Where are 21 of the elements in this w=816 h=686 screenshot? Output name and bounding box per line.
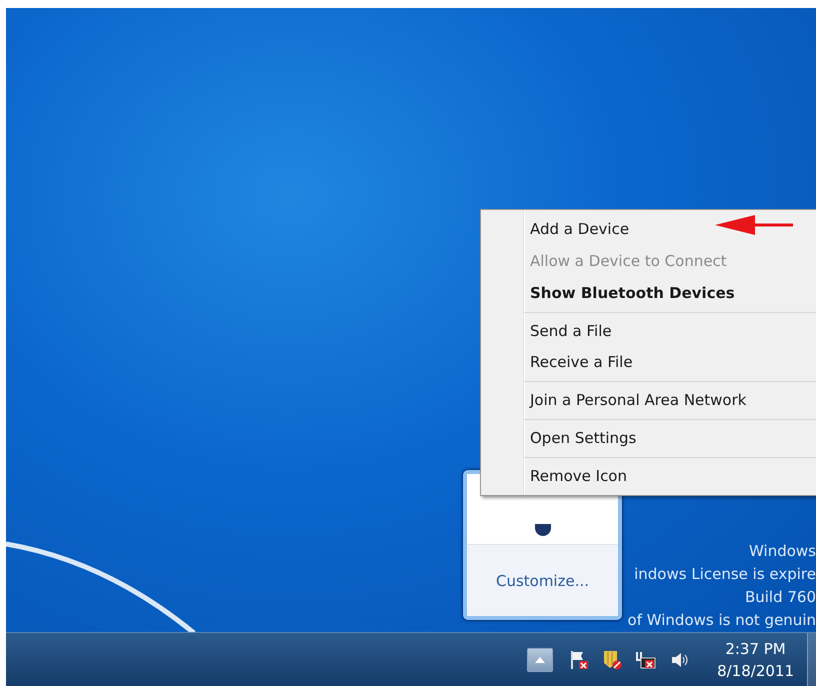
watermark-text: Build 760 [744, 587, 816, 608]
customize-link[interactable]: Customize... [496, 572, 590, 590]
shield-icon[interactable] [602, 650, 622, 670]
watermark-text: of Windows is not genuin [628, 610, 816, 631]
menu-item[interactable]: Send a File [524, 316, 816, 347]
clock-date[interactable]: 8/18/2011 [717, 660, 794, 682]
menu-item[interactable]: Remove Icon [524, 461, 816, 492]
network-icon[interactable] [635, 650, 658, 670]
watermark-text: Windows [749, 541, 816, 562]
menu-item[interactable]: Show Bluetooth Devices [524, 277, 816, 309]
menu-item[interactable]: Join a Personal Area Network [524, 385, 816, 416]
caret-icon [535, 656, 546, 662]
flag-icon[interactable] [569, 650, 590, 670]
menu-item[interactable]: Receive a File [524, 347, 816, 378]
arrow-icon [715, 214, 795, 236]
show-hidden-icons-button[interactable] [527, 648, 554, 672]
show-desktop-button[interactable] [807, 633, 816, 686]
menu-item[interactable]: Open Settings [524, 423, 816, 454]
clock-time[interactable]: 2:37 PM [725, 638, 786, 660]
menu-item[interactable]: Add a Device [524, 213, 816, 245]
watermark-text: indows License is expire [634, 564, 816, 585]
